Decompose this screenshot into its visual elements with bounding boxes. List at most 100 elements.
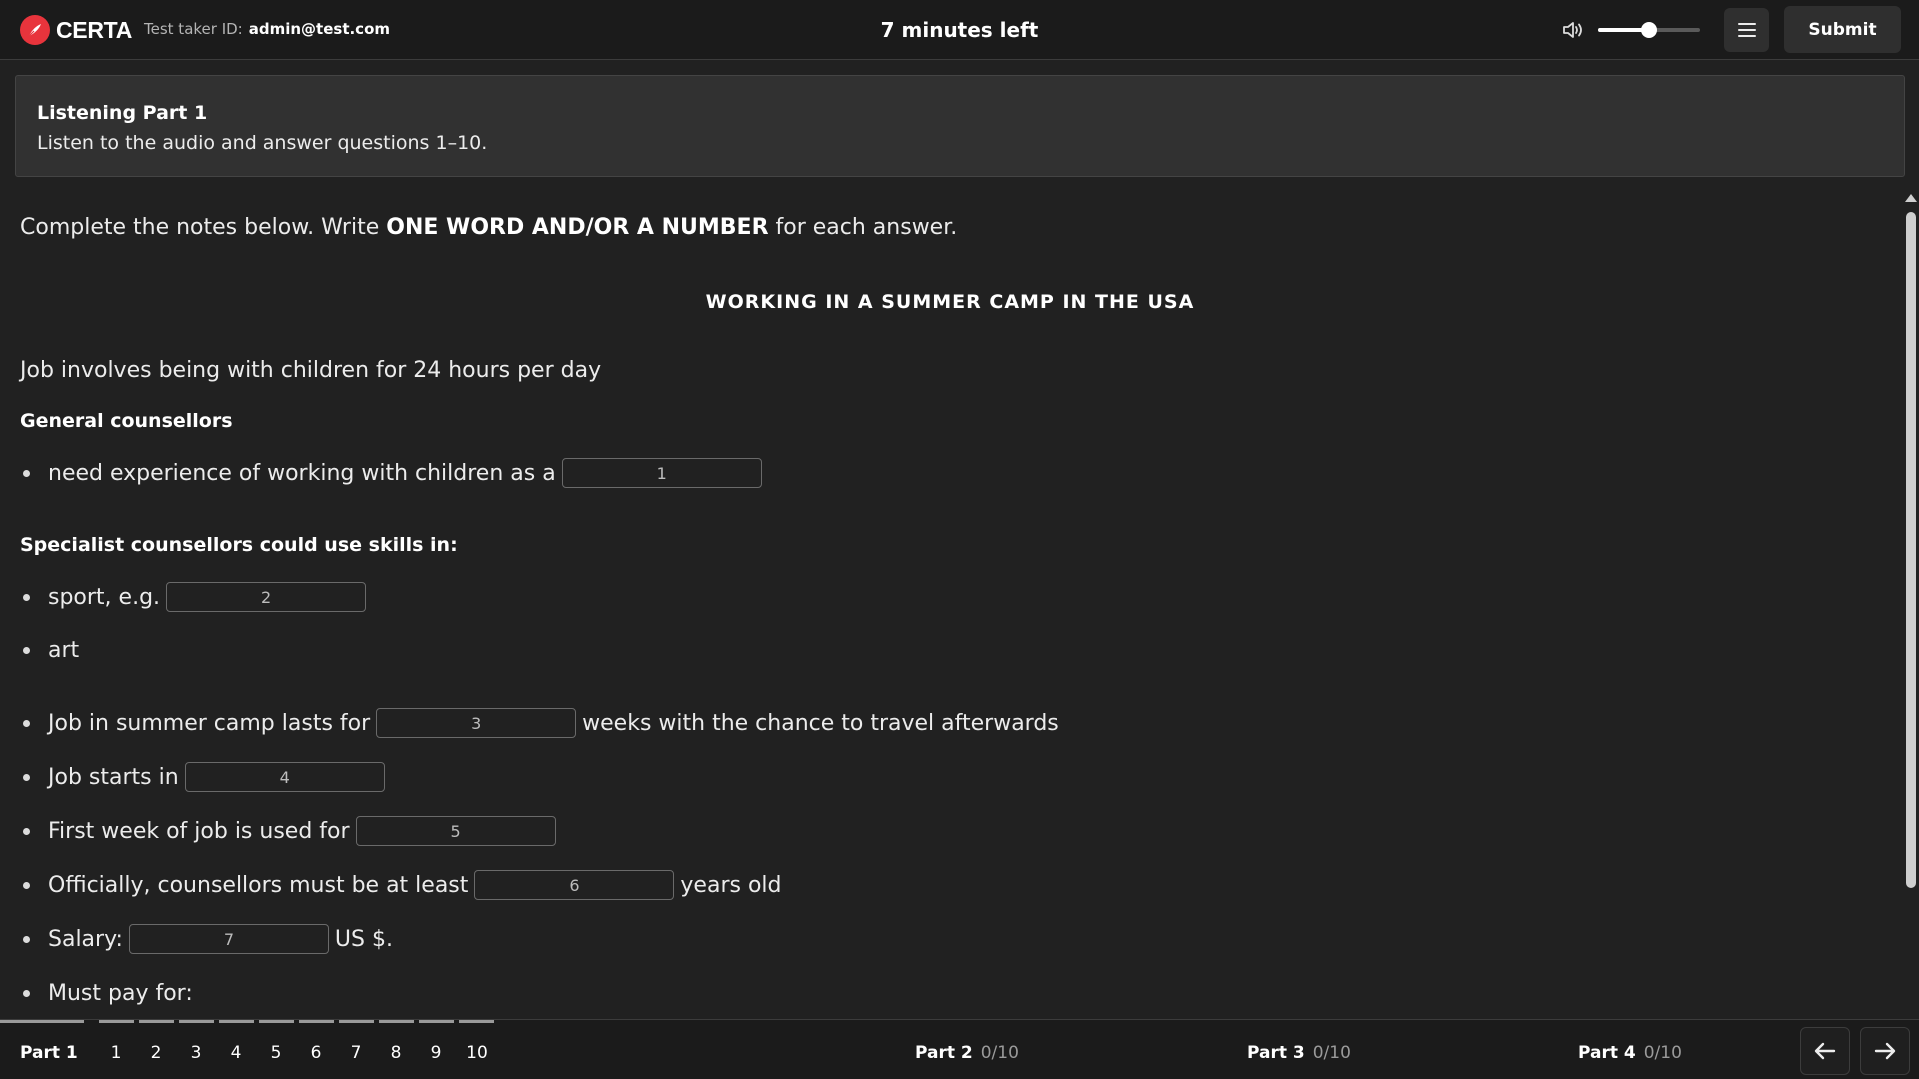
part-subtitle: Listen to the audio and answer questions… <box>37 132 488 154</box>
speaker-icon[interactable] <box>1561 19 1585 41</box>
arrow-left-icon <box>1814 1042 1836 1060</box>
part3-score: 0/10 <box>1312 1043 1351 1063</box>
answer-input-7[interactable] <box>128 924 329 954</box>
bullet-dot <box>23 593 30 601</box>
q9-progress-segment <box>419 1020 454 1023</box>
q4-progress-segment <box>219 1020 254 1023</box>
list-item-must-pay: Must pay for: <box>20 977 193 1009</box>
list-item-q6: Officially, counsellors must be at least… <box>20 869 781 901</box>
list-item-q2: sport, e.g. <box>20 581 372 613</box>
q2-progress-segment <box>139 1020 174 1023</box>
q1-progress-segment <box>99 1020 134 1023</box>
part4-label: Part 4 <box>1578 1043 1636 1063</box>
question-9-button[interactable]: 9 <box>421 1043 451 1063</box>
question-8-button[interactable]: 8 <box>381 1043 411 1063</box>
test-taker-info: Test taker ID: admin@test.com <box>144 20 390 38</box>
q4-text: Job starts in <box>48 764 179 790</box>
top-bar: CERTA Test taker ID: admin@test.com 7 min… <box>0 0 1919 60</box>
bullet-dot <box>23 773 30 781</box>
part4-tab[interactable]: Part 4 0/10 <box>1578 1043 1682 1063</box>
bullet-dot <box>23 935 30 943</box>
list-item-q5: First week of job is used for <box>20 815 562 847</box>
bullet-dot <box>23 827 30 835</box>
bullet-dot <box>23 881 30 889</box>
answer-input-6[interactable] <box>474 870 675 900</box>
list-item-q3: Job in summer camp lasts for weeks with … <box>20 707 1059 739</box>
q6-text: Officially, counsellors must be at least <box>48 872 469 898</box>
content-scrollbar[interactable] <box>1903 192 1919 1019</box>
list-item-q4: Job starts in <box>20 761 391 793</box>
notes-title: WORKING IN A SUMMER CAMP IN THE USA <box>705 291 1195 313</box>
q6-text-after: years old <box>680 872 782 898</box>
instruction-text: Complete the notes below. Write ONE WORD… <box>20 215 957 240</box>
q8-progress-segment <box>379 1020 414 1023</box>
part-title: Listening Part 1 <box>37 102 208 124</box>
q2-text: sport, e.g. <box>48 584 161 610</box>
part1-progress-segment <box>0 1020 84 1023</box>
part2-label: Part 2 <box>915 1043 973 1063</box>
menu-button[interactable] <box>1724 8 1769 52</box>
question-2-button[interactable]: 2 <box>141 1043 171 1063</box>
question-1-button[interactable]: 1 <box>101 1043 131 1063</box>
test-taker-label: Test taker ID: <box>144 20 243 38</box>
question-10-button[interactable]: 10 <box>461 1043 493 1063</box>
submit-button[interactable]: Submit <box>1784 6 1901 53</box>
q3-text: Job in summer camp lasts for <box>48 710 371 736</box>
question-4-button[interactable]: 4 <box>221 1043 251 1063</box>
test-taker-id: admin@test.com <box>248 20 391 38</box>
bullet-dot <box>23 469 30 477</box>
brand-logo: CERTA <box>20 15 132 45</box>
question-7-button[interactable]: 7 <box>341 1043 371 1063</box>
question-6-button[interactable]: 6 <box>301 1043 331 1063</box>
q7-text-after: US $. <box>334 926 393 952</box>
volume-slider[interactable] <box>1598 21 1700 39</box>
part3-tab[interactable]: Part 3 0/10 <box>1247 1043 1351 1063</box>
part3-label: Part 3 <box>1247 1043 1305 1063</box>
bullet-dot <box>23 719 30 727</box>
answer-input-1[interactable] <box>561 458 762 488</box>
q7-progress-segment <box>339 1020 374 1023</box>
certa-logo-icon <box>20 15 50 45</box>
q5-progress-segment <box>259 1020 294 1023</box>
q6-progress-segment <box>299 1020 334 1023</box>
art-text: art <box>48 637 80 663</box>
volume-thumb[interactable] <box>1641 22 1657 38</box>
bullet-dot <box>23 989 30 997</box>
next-button[interactable] <box>1860 1027 1910 1075</box>
q5-text: First week of job is used for <box>48 818 350 844</box>
must-pay-text: Must pay for: <box>48 980 193 1006</box>
list-item-q7: Salary: US $. <box>20 923 393 955</box>
part-instructions-banner: Listening Part 1 Listen to the audio and… <box>15 75 1905 177</box>
hamburger-menu-icon <box>1737 23 1756 37</box>
general-counsellors-heading: General counsellors <box>20 410 233 432</box>
list-item-art: art <box>20 634 79 666</box>
scrollbar-thumb[interactable] <box>1906 212 1916 888</box>
specialist-counsellors-heading: Specialist counsellors could use skills … <box>20 534 458 556</box>
scroll-up-arrow-icon[interactable] <box>1905 194 1917 202</box>
bullet-dot <box>23 646 30 654</box>
answer-input-2[interactable] <box>166 582 367 612</box>
question-5-button[interactable]: 5 <box>261 1043 291 1063</box>
answer-input-3[interactable] <box>376 708 577 738</box>
arrow-right-icon <box>1874 1042 1896 1060</box>
part4-score: 0/10 <box>1643 1043 1682 1063</box>
timer-text: 7 minutes left <box>880 18 1039 42</box>
instruction-emphasis: ONE WORD AND/OR A NUMBER <box>386 215 769 240</box>
instruction-prefix: Complete the notes below. Write <box>20 215 387 240</box>
brand-name: CERTA <box>56 16 133 43</box>
intro-text: Job involves being with children for 24 … <box>20 358 602 383</box>
part2-tab[interactable]: Part 2 0/10 <box>915 1043 1019 1063</box>
question-content: Complete the notes below. Write ONE WORD… <box>0 192 1900 1019</box>
part1-tab[interactable]: Part 1 <box>20 1043 78 1063</box>
q3-progress-segment <box>179 1020 214 1023</box>
answer-input-4[interactable] <box>184 762 385 792</box>
instruction-suffix: for each answer. <box>768 215 958 240</box>
answer-input-5[interactable] <box>355 816 556 846</box>
q10-progress-segment <box>459 1020 494 1023</box>
q7-text: Salary: <box>48 926 123 952</box>
previous-button[interactable] <box>1800 1027 1850 1075</box>
question-3-button[interactable]: 3 <box>181 1043 211 1063</box>
part2-score: 0/10 <box>980 1043 1019 1063</box>
q1-text: need experience of working with children… <box>48 460 556 486</box>
list-item-q1: need experience of working with children… <box>20 457 768 489</box>
